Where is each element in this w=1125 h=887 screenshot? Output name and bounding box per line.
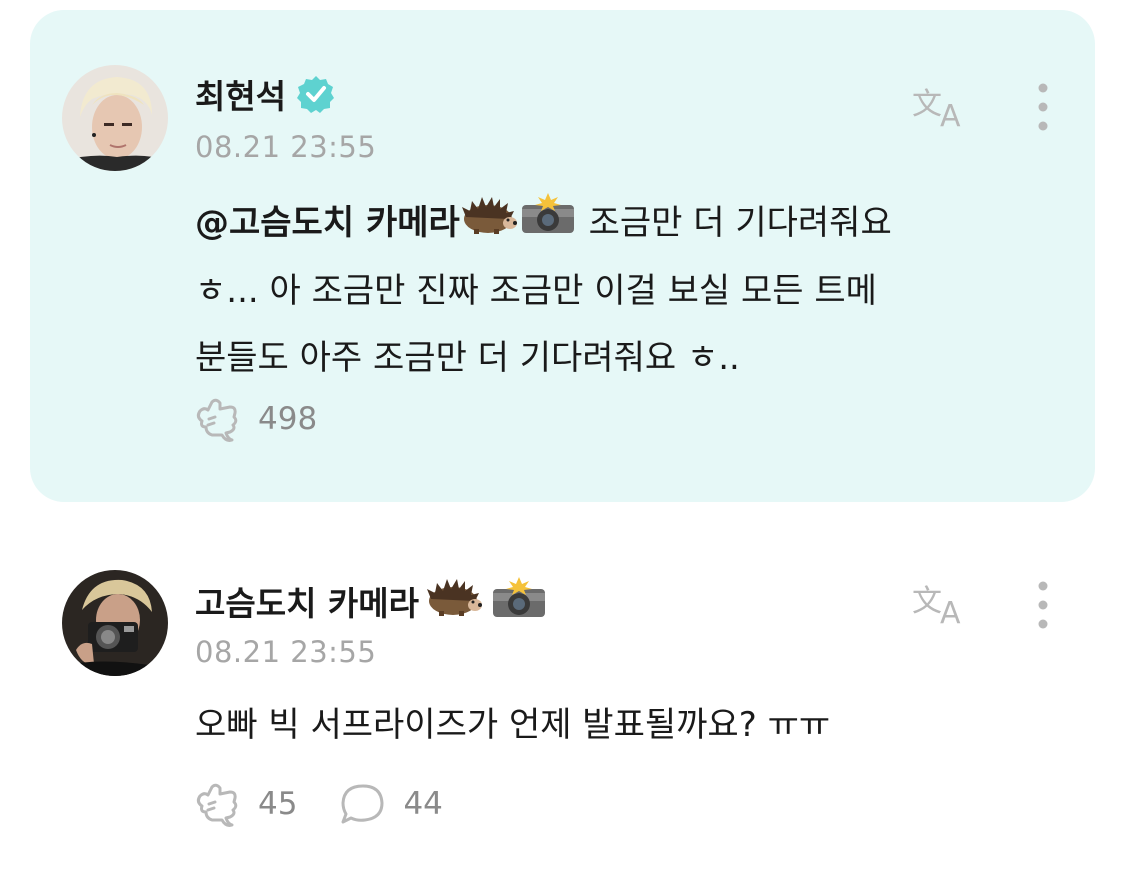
svg-text:A: A (940, 99, 961, 130)
post-body-line: @고슴도치 카메라 조금만 더 기다려줘요 (195, 190, 1045, 258)
author-name[interactable]: 고슴도치 카메라 (195, 575, 549, 627)
author-name[interactable]: 최현석 (195, 70, 336, 118)
post-body: 오빠 빅 서프라이즈가 언제 발표될까요? ㅠㅠ (195, 705, 831, 745)
svg-text:文: 文 (912, 584, 942, 619)
post-body: @고슴도치 카메라 조금만 더 기다려줘요 ㅎ... 아 조금만 진짜 조금만 … (195, 190, 1045, 392)
avatar[interactable] (62, 570, 168, 676)
post-actions: 498 (192, 395, 357, 443)
more-icon[interactable] (1030, 580, 1056, 630)
like-icon (196, 398, 238, 442)
translate-icon[interactable]: 文 A (910, 577, 974, 631)
svg-text:文: 文 (912, 87, 942, 122)
hedgehog-emoji (425, 577, 483, 625)
hedgehog-emoji (460, 191, 518, 258)
post-body-line: ㅎ... 아 조금만 진짜 조금만 이걸 보실 모든 트메 (195, 271, 877, 311)
translate-icon[interactable]: 文 A (910, 80, 974, 134)
comment-button[interactable]: 44 (337, 780, 443, 828)
post-actions: 45 44 (192, 780, 483, 828)
like-button[interactable]: 498 (192, 395, 317, 443)
svg-text:A: A (940, 596, 961, 627)
post-timestamp: 08.21 23:55 (195, 635, 377, 669)
camera-flash-emoji (518, 191, 578, 258)
comment-icon (341, 784, 384, 824)
author-name-text: 최현석 (195, 77, 287, 116)
verified-badge-icon (296, 74, 336, 114)
like-count: 45 (258, 786, 298, 822)
camera-flash-emoji (489, 575, 549, 627)
post-timestamp: 08.21 23:55 (195, 130, 377, 164)
like-button[interactable]: 45 (192, 780, 297, 828)
more-icon[interactable] (1030, 82, 1056, 132)
post-text: 조금만 더 기다려줘요 (588, 203, 892, 243)
mention-link[interactable]: @고슴도치 카메라 (195, 203, 460, 243)
post-body-line: 분들도 아주 조금만 더 기다려줘요 ㅎ.. (195, 338, 740, 378)
author-name-text: 고슴도치 카메라 (195, 584, 420, 623)
comment-count: 44 (403, 786, 443, 822)
like-icon (196, 783, 238, 827)
avatar[interactable] (62, 65, 168, 171)
like-count: 498 (258, 401, 318, 437)
